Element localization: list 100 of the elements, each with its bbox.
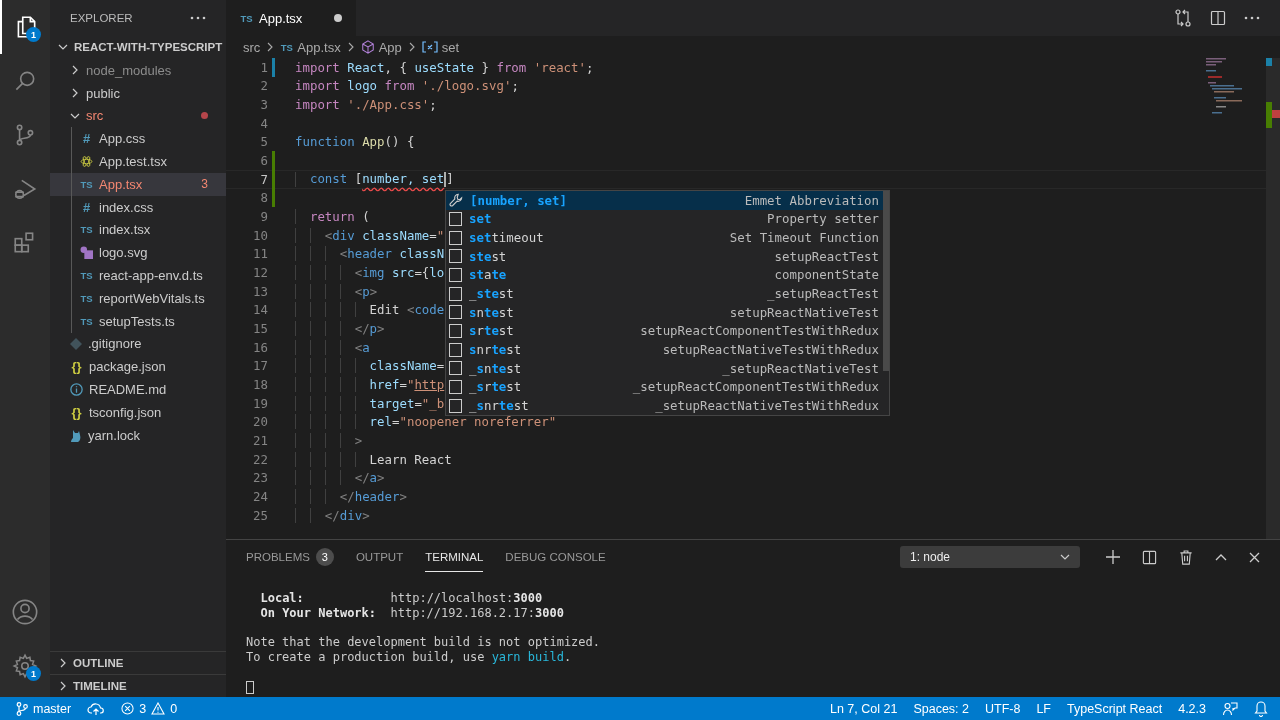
cloud-upload-icon[interactable]: [87, 701, 106, 716]
code-line: Learn React: [369, 451, 452, 467]
suggestion-item[interactable]: set Property setter: [446, 209, 889, 229]
suggestion-item[interactable]: state componentState: [446, 265, 889, 285]
breadcrumb-item[interactable]: App: [360, 39, 402, 55]
file-tree-item[interactable]: {} package.json: [50, 355, 226, 379]
chevron-down-icon: [70, 111, 80, 121]
file-tree-item[interactable]: public: [50, 81, 226, 105]
more-icon[interactable]: [190, 15, 206, 20]
feedback-icon[interactable]: [1222, 700, 1238, 717]
close-icon[interactable]: [1249, 551, 1260, 563]
suggestion-item[interactable]: _srtest _setupReactComponentTestWithRedux: [446, 377, 889, 397]
suggestion-item[interactable]: snrtest setupReactNativeTestWithRedux: [446, 340, 889, 359]
suggestion-item[interactable]: settimeout Set Timeout Function: [446, 228, 889, 247]
file-tree-item[interactable]: README.md: [50, 378, 226, 401]
chevron-right-icon: [266, 42, 275, 52]
terminal-dropdown[interactable]: 1: node: [900, 546, 1080, 568]
file-type-icon: {}: [70, 359, 83, 375]
line-number: 13: [252, 283, 268, 299]
account-icon: [11, 598, 39, 626]
panel-tab[interactable]: PROBLEMS 3: [246, 542, 334, 572]
suggestion-item[interactable]: _sntest _setupReactNativeTest: [446, 358, 889, 378]
breadcrumb-item[interactable]: set: [421, 39, 460, 55]
sidebar-title: EXPLORER: [70, 11, 133, 24]
line-number: 5: [259, 134, 268, 150]
trash-icon[interactable]: [1179, 549, 1193, 565]
wrench-icon: [449, 193, 463, 208]
chevron-down-icon: [58, 42, 68, 52]
suggestion-item[interactable]: _stest _setupReactTest: [446, 284, 889, 303]
chevron-right-icon: [58, 681, 68, 691]
chevron-up-icon[interactable]: [1215, 553, 1227, 561]
code-line: function App() {: [295, 134, 415, 150]
suggestion-item[interactable]: srtest setupReactComponentTestWithRedux: [446, 321, 889, 341]
chevron-right-icon: [407, 42, 416, 52]
suggestion-item[interactable]: sntest setupReactNativeTest: [446, 302, 889, 322]
notification-badge: 1: [26, 27, 41, 42]
status-item[interactable]: 4.2.3: [1178, 701, 1206, 716]
plus-icon[interactable]: [1106, 550, 1120, 564]
suggestion-item[interactable]: _snrtest _setupReactNativeTestWithRedux: [446, 396, 889, 415]
chevron-down-icon: [1060, 552, 1070, 562]
file-tree-item[interactable]: # index.css: [50, 195, 226, 219]
problem-count: 3: [315, 548, 334, 566]
file-tree-item[interactable]: yarn.lock: [50, 423, 226, 447]
suggestion-item[interactable]: stest setupReactTest: [446, 246, 889, 266]
split-editor-icon[interactable]: [1210, 10, 1226, 26]
file-tree-item[interactable]: src: [50, 104, 226, 128]
status-item[interactable]: TypeScript React: [1067, 701, 1163, 716]
file-tree-item[interactable]: TS index.tsx: [50, 218, 226, 242]
file-tree-item[interactable]: TS reportWebVitals.ts: [50, 286, 226, 310]
line-number: 9: [259, 209, 268, 225]
square-icon: [449, 267, 462, 282]
activity-item[interactable]: 1: [0, 639, 50, 693]
status-item[interactable]: UTF-8: [985, 701, 1021, 716]
chevron-right-icon: [346, 42, 355, 52]
branch-indicator[interactable]: master: [16, 701, 72, 716]
scrollbar-thumb[interactable]: [883, 191, 889, 371]
status-item[interactable]: Spaces: 2: [913, 701, 969, 716]
status-item[interactable]: LF: [1036, 701, 1051, 716]
chevron-right-icon: [58, 658, 68, 668]
notification-badge: 1: [26, 666, 41, 681]
panel-tab[interactable]: DEBUG CONSOLE: [505, 542, 606, 572]
problems-indicator[interactable]: 3 0: [121, 701, 178, 716]
file-tree-item[interactable]: .gitignore: [50, 332, 226, 356]
split-terminal-icon[interactable]: [1142, 549, 1157, 565]
square-icon: [449, 286, 462, 301]
file-tree-item[interactable]: # App.css: [50, 127, 226, 151]
file-tree-item[interactable]: TS react-app-env.d.ts: [50, 264, 226, 287]
square-icon: [449, 342, 462, 357]
scrollbar-marker: [1266, 58, 1272, 66]
panel-tab[interactable]: OUTPUT: [355, 542, 404, 572]
file-tree-item[interactable]: logo.svg: [50, 241, 226, 265]
file-tree-item[interactable]: App.test.tsx: [50, 150, 226, 173]
code-line: <img src={lo: [354, 265, 445, 281]
code-line: import './App.css';: [295, 97, 437, 113]
square-icon: [449, 230, 462, 245]
breadcrumb-item[interactable]: TS App.tsx: [280, 39, 341, 55]
square-icon: [449, 212, 462, 226]
file-tree-item[interactable]: node_modules: [50, 59, 226, 82]
cube-icon: [360, 40, 375, 54]
image-file-icon: [80, 246, 93, 260]
file-tree-item[interactable]: TS setupTests.ts: [50, 309, 226, 333]
breadcrumb-item[interactable]: src: [243, 39, 261, 55]
compare-changes-icon[interactable]: [1174, 9, 1192, 27]
terminal-line: Note that the development build is not optimized.: [246, 635, 600, 651]
line-number: 7: [259, 171, 268, 187]
line-number: 11: [252, 246, 268, 262]
file-type-icon: TS: [80, 224, 93, 236]
error-icon: [121, 702, 135, 715]
bell-icon[interactable]: [1254, 700, 1268, 717]
code-line: </header>: [339, 488, 407, 504]
code-line: import logo from './logo.svg';: [295, 78, 519, 94]
status-item[interactable]: Ln 7, Col 21: [829, 701, 898, 716]
file-type-icon: TS: [80, 178, 93, 190]
more-icon[interactable]: [1244, 16, 1260, 20]
file-tree-item[interactable]: TS App.tsx 3: [50, 173, 226, 196]
panel-tab[interactable]: TERMINAL: [425, 542, 484, 572]
project-header[interactable]: REACT-WITH-TYPESCRIPT: [50, 35, 226, 59]
file-tree-item[interactable]: {} tsconfig.json: [50, 400, 226, 424]
editor-tab[interactable]: TS App.tsx: [226, 0, 356, 36]
file-type-icon: TS: [240, 12, 253, 24]
